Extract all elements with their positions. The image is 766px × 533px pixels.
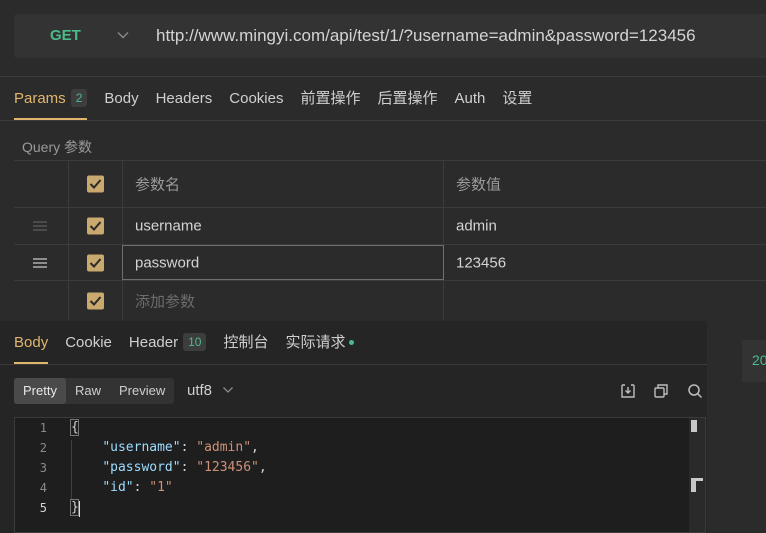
add-param-cell[interactable]: 添加参数 — [122, 281, 444, 320]
add-param-placeholder: 添加参数 — [135, 293, 196, 310]
drag-handle-icon[interactable] — [32, 220, 48, 232]
line-number-current: 5 — [39, 501, 47, 515]
response-body-editor[interactable]: 1 2 3 4 5 { "username": "admin", "passwo… — [14, 417, 706, 533]
json-value: "123456" — [196, 460, 259, 475]
text-cursor — [79, 501, 80, 517]
copy-icon[interactable] — [653, 383, 669, 399]
tab-console[interactable]: 控制台 — [223, 322, 268, 364]
column-divider: 参数名 — [122, 161, 444, 207]
params-count-badge: 2 — [70, 89, 88, 107]
code-line: { — [71, 420, 79, 435]
tab-response-cookie[interactable]: Cookie — [65, 322, 112, 364]
status-dot-icon — [348, 340, 354, 345]
json-key: "password" — [102, 460, 181, 475]
request-bar: GET — [0, 0, 766, 76]
table-header-row: 参数名 参数值 — [14, 160, 766, 207]
json-value: "admin" — [196, 440, 252, 455]
tab-response-body[interactable]: Body — [14, 322, 49, 364]
select-all-checkbox[interactable] — [87, 175, 104, 193]
status-code-fragment: 20 — [752, 352, 766, 368]
column-divider: 参数值 — [443, 161, 766, 207]
param-name: username — [135, 217, 202, 235]
format-preview-button[interactable]: Preview — [110, 378, 174, 404]
code-line: "id": "1" — [102, 480, 173, 495]
chevron-down-icon — [117, 32, 129, 39]
code-line: } — [71, 500, 79, 515]
tab-cookies[interactable]: Cookies — [229, 78, 283, 120]
json-brace: { — [71, 420, 79, 435]
check-icon — [89, 179, 102, 189]
check-icon — [89, 257, 102, 268]
column-divider — [68, 281, 69, 320]
json-key: "username" — [102, 440, 181, 455]
line-number: 2 — [39, 441, 47, 455]
header-count-badge: 10 — [183, 333, 207, 351]
url-input[interactable] — [142, 14, 766, 58]
row-enabled-checkbox[interactable] — [87, 254, 104, 271]
params-table: 参数名 参数值 username admin password 123456 添… — [14, 160, 766, 320]
drag-handle-icon[interactable] — [32, 257, 48, 269]
divider — [0, 120, 766, 121]
table-row: username admin — [14, 207, 766, 244]
response-tabs: Body Cookie Header 10 控制台 实际请求 — [14, 322, 371, 364]
add-param-value-cell[interactable] — [443, 281, 766, 320]
check-icon — [89, 221, 102, 231]
format-pretty-button[interactable]: Pretty — [14, 378, 66, 404]
chevron-down-icon — [223, 387, 233, 393]
tab-body[interactable]: Body — [104, 78, 138, 120]
scrollbar-thumb[interactable] — [691, 420, 697, 432]
tab-settings[interactable]: 设置 — [502, 78, 532, 120]
tab-params[interactable]: Params 2 — [14, 78, 88, 120]
column-header-name: 参数名 — [135, 176, 181, 194]
param-value: 123456 — [456, 254, 507, 271]
json-key: "id" — [102, 480, 134, 495]
param-name-cell[interactable]: username — [122, 208, 444, 244]
code-line: "username": "admin", — [102, 440, 259, 455]
tab-label: 实际请求 — [285, 334, 346, 351]
code-line: "password": "123456", — [102, 460, 267, 475]
column-divider — [68, 161, 69, 207]
tab-headers[interactable]: Headers — [156, 78, 213, 120]
column-divider — [68, 208, 69, 244]
line-number: 4 — [39, 481, 47, 495]
tab-label: Header — [128, 334, 179, 351]
focused-cell-outline — [122, 245, 444, 280]
format-raw-button[interactable]: Raw — [66, 378, 110, 404]
method-label: GET — [50, 27, 81, 44]
row-enabled-checkbox[interactable] — [87, 217, 104, 235]
line-number: 3 — [39, 461, 47, 475]
json-brace: } — [71, 500, 79, 515]
param-value-cell[interactable]: 123456 — [443, 245, 766, 280]
divider — [0, 364, 707, 365]
format-switch: Pretty Raw Preview — [14, 378, 175, 404]
param-value-cell[interactable]: admin — [443, 208, 766, 244]
tab-post-request[interactable]: 后置操作 — [378, 78, 438, 120]
vertical-scrollbar[interactable] — [689, 418, 705, 532]
line-number: 1 — [39, 421, 47, 435]
query-params-label: Query 参数 — [22, 139, 93, 155]
method-select[interactable]: GET — [14, 14, 142, 58]
json-value: "1" — [149, 480, 173, 495]
param-value: admin — [456, 217, 497, 235]
tab-label: Params — [14, 90, 66, 107]
request-tabs: Params 2 Body Headers Cookies 前置操作 后置操作 A… — [14, 78, 549, 120]
tab-actual-request[interactable]: 实际请求 — [285, 322, 354, 364]
tab-pre-request[interactable]: 前置操作 — [300, 78, 360, 120]
scrollbar-marker — [691, 478, 703, 492]
tab-auth[interactable]: Auth — [455, 78, 486, 120]
divider — [0, 76, 766, 77]
search-icon[interactable] — [687, 383, 703, 399]
download-icon[interactable] — [620, 383, 636, 399]
column-header-value: 参数值 — [456, 176, 502, 194]
table-row: password 123456 — [14, 244, 766, 280]
row-enabled-checkbox[interactable] — [87, 292, 104, 309]
column-divider — [68, 245, 69, 280]
tab-response-header[interactable]: Header 10 — [129, 322, 207, 364]
encoding-select[interactable]: utf8 — [187, 382, 212, 399]
check-icon — [89, 295, 102, 306]
table-row-add: 添加参数 — [14, 280, 766, 320]
